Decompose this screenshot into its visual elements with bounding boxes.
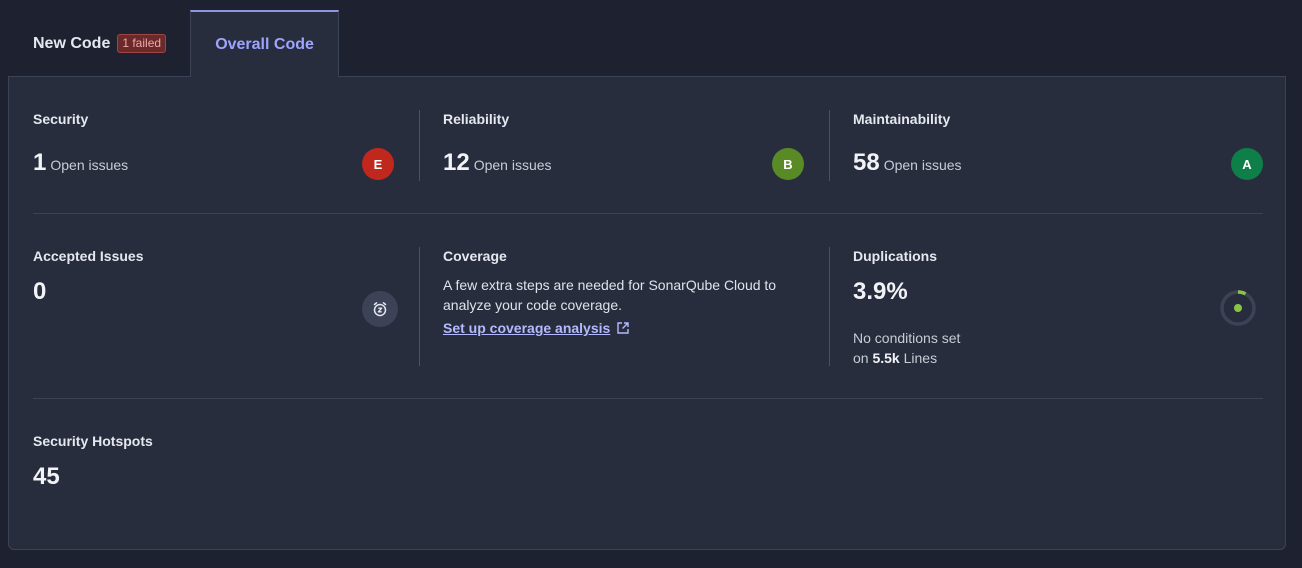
security-title: Security: [33, 111, 89, 127]
security-label: Open issues: [50, 157, 129, 173]
tab-new-code[interactable]: New Code 1 failed: [9, 10, 190, 77]
external-link-icon: [616, 321, 630, 335]
maintainability-card[interactable]: Maintainability 58 Open issues A: [853, 111, 1265, 181]
divider: [829, 247, 830, 366]
duplications-lines-suffix: Lines: [903, 350, 938, 366]
tab-overall-code[interactable]: Overall Code: [190, 10, 340, 77]
coverage-description: A few extra steps are needed for SonarQu…: [443, 277, 777, 313]
failed-badge: 1 failed: [117, 34, 167, 53]
security-card[interactable]: Security 1 Open issues E: [33, 111, 403, 181]
reliability-count[interactable]: 12: [443, 149, 470, 177]
coverage-setup-link-label[interactable]: Set up coverage analysis: [443, 320, 610, 336]
coverage-card: Coverage A few extra steps are needed fo…: [443, 248, 813, 366]
duplications-value[interactable]: 3.9%: [853, 278, 908, 306]
snooze-clock-icon: [362, 291, 398, 327]
duplication-donut-icon: [1219, 289, 1257, 327]
metrics-panel: Security 1 Open issues E Reliability 12 …: [8, 76, 1286, 550]
maintainability-label: Open issues: [883, 157, 962, 173]
accepted-issues-count[interactable]: 0: [33, 278, 46, 306]
tab-new-code-label: New Code: [33, 34, 111, 52]
coverage-setup-link[interactable]: Set up coverage analysis: [443, 320, 630, 336]
divider: [419, 110, 420, 181]
security-grade-badge: E: [362, 148, 394, 180]
duplications-title: Duplications: [853, 248, 938, 264]
accepted-issues-title: Accepted Issues: [33, 248, 144, 264]
security-hotspots-title: Security Hotspots: [33, 433, 153, 449]
security-hotspots-count[interactable]: 45: [33, 463, 60, 491]
divider: [419, 247, 420, 366]
overview-root: New Code 1 failed Overall Code Security …: [0, 0, 1302, 568]
duplications-conditions: No conditions set on 5.5k Lines: [853, 328, 960, 368]
duplications-lines-value: 5.5k: [872, 350, 900, 366]
accepted-issues-card: Accepted Issues 0: [33, 248, 403, 366]
duplications-no-conditions: No conditions set: [853, 330, 961, 346]
code-tabs: New Code 1 failed Overall Code: [9, 10, 340, 77]
security-count[interactable]: 1: [33, 149, 46, 177]
coverage-title: Coverage: [443, 248, 507, 264]
reliability-title: Reliability: [443, 111, 510, 127]
reliability-label: Open issues: [473, 157, 552, 173]
security-hotspots-card: Security Hotspots 45: [33, 433, 403, 503]
divider: [829, 110, 830, 181]
reliability-grade-badge: B: [772, 148, 804, 180]
maintainability-grade-badge: A: [1231, 148, 1263, 180]
duplications-lines-prefix: on: [853, 350, 869, 366]
row-divider: [33, 213, 1263, 214]
maintainability-title: Maintainability: [853, 111, 951, 127]
tab-overall-code-label: Overall Code: [215, 35, 314, 53]
duplications-lines: on 5.5k Lines: [853, 348, 960, 368]
row-divider: [33, 398, 1263, 399]
maintainability-count[interactable]: 58: [853, 149, 880, 177]
duplications-card: Duplications 3.9% No conditions set on 5…: [853, 248, 1265, 366]
reliability-card[interactable]: Reliability 12 Open issues B: [443, 111, 813, 181]
